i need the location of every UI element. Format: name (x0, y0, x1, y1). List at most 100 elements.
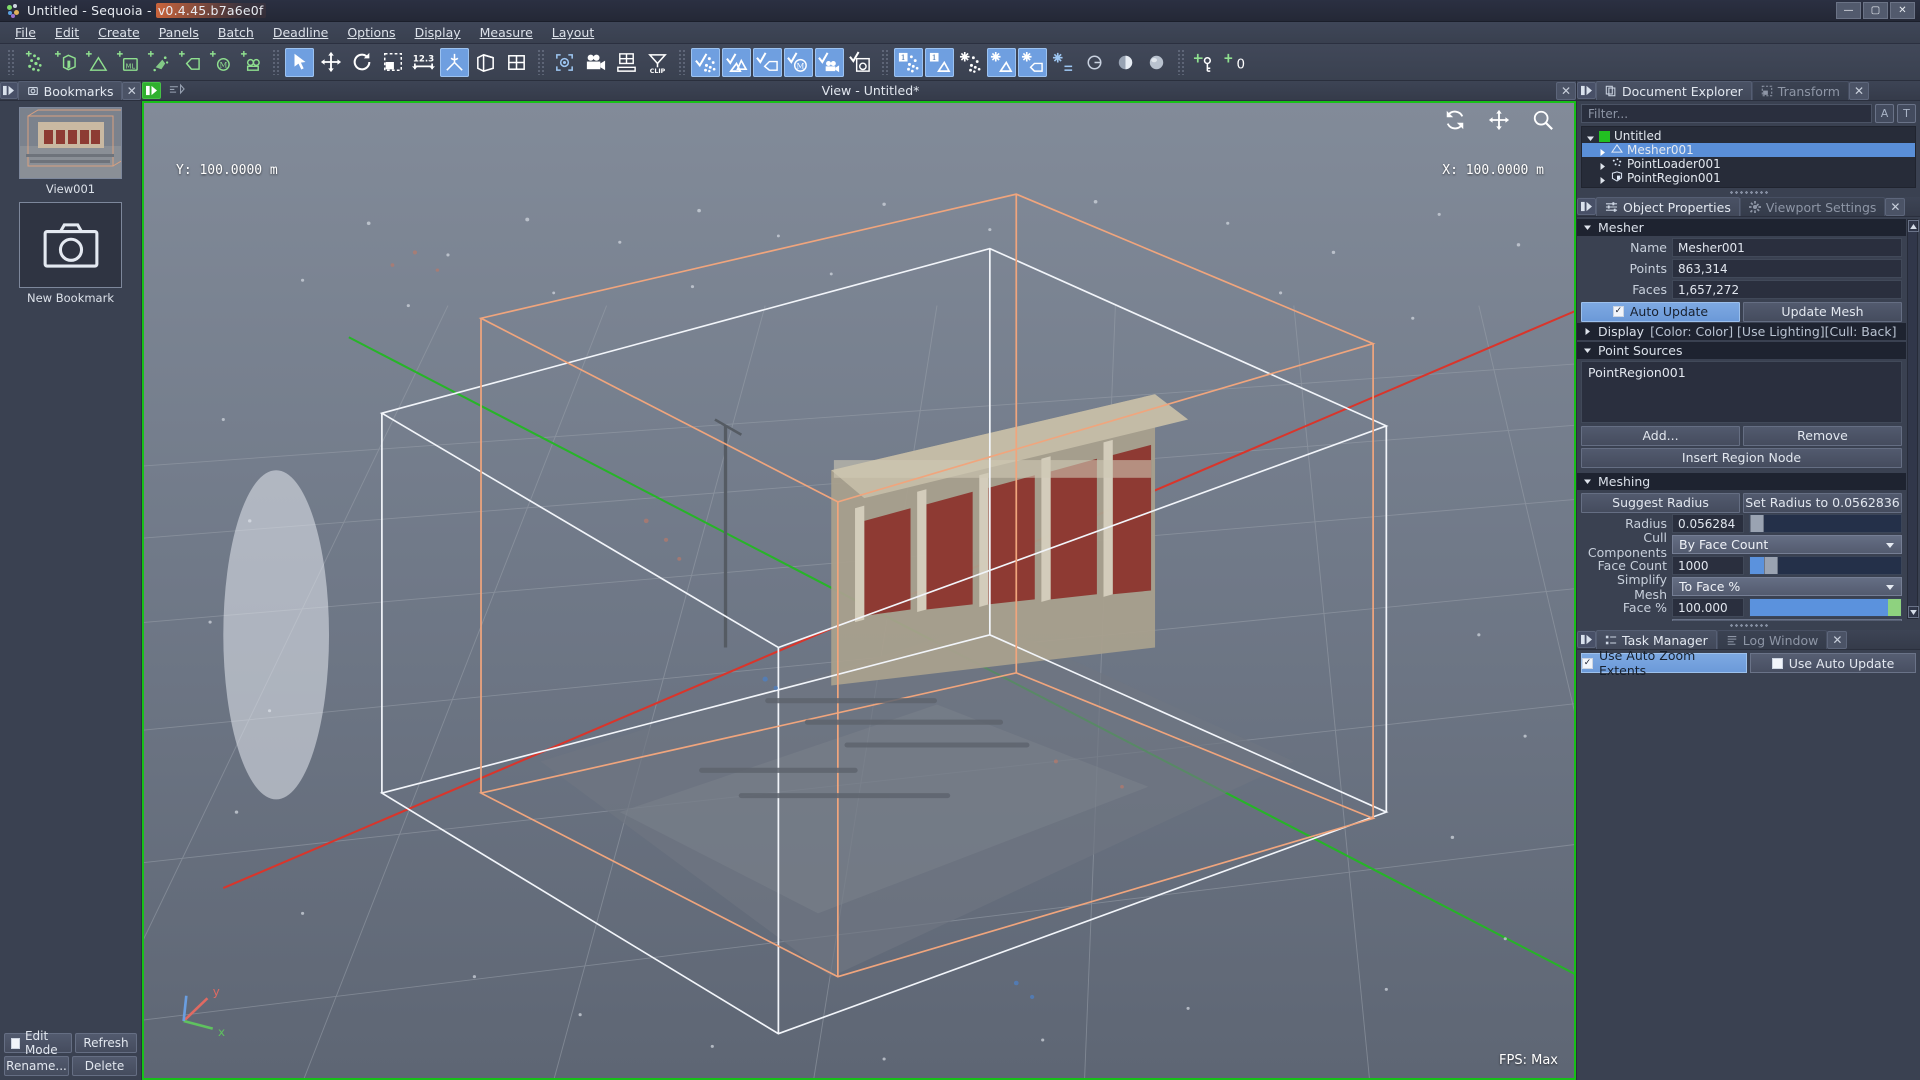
section-display[interactable]: Display [Color: Color] [Use Lighting][Cu… (1577, 323, 1906, 340)
display-points-icon[interactable] (691, 47, 720, 77)
menu-file[interactable]: File (6, 23, 45, 42)
name-value[interactable]: Mesher001 (1672, 238, 1902, 257)
edit-mode-checkbox[interactable] (11, 1037, 20, 1049)
tab-task-manager[interactable]: Task Manager (1596, 630, 1717, 649)
chevron-right-icon-2[interactable] (1598, 160, 1607, 170)
lighting-icon[interactable] (1080, 48, 1109, 77)
minimize-button[interactable]: — (1836, 2, 1861, 19)
menu-deadline[interactable]: Deadline (264, 23, 337, 42)
add-key-icon[interactable] (1190, 48, 1219, 77)
measure-tool-icon[interactable]: 12.3 (409, 48, 438, 77)
section-point-sources[interactable]: Point Sources (1577, 342, 1906, 359)
icon-points-display-icon[interactable]: 1 (894, 47, 923, 77)
refresh-button[interactable]: Refresh (75, 1033, 137, 1053)
radius-value[interactable]: 0.056284 (1672, 514, 1744, 533)
bookmark-thumbnail[interactable] (19, 107, 122, 179)
tree-item-pointregion001[interactable]: PointRegion001 (1582, 171, 1915, 185)
toolbar-grip-4[interactable] (678, 49, 685, 75)
display-clip-icon[interactable] (753, 47, 782, 77)
properties-scrollbar[interactable] (1907, 219, 1919, 619)
face-pct-value[interactable]: 100.000 (1672, 598, 1744, 617)
tab-transform[interactable]: Transform (1751, 81, 1849, 100)
use-auto-update-toggle[interactable]: Use Auto Update (1750, 653, 1916, 673)
cull-components-select[interactable]: By Face Count (1672, 535, 1902, 554)
viewport-close-button[interactable]: ✕ (1556, 81, 1576, 100)
scroll-down-button[interactable] (1908, 606, 1919, 618)
object-properties-pin-button[interactable] (1577, 198, 1596, 215)
box-view-icon[interactable] (471, 48, 500, 77)
create-point-cloud-icon[interactable] (20, 48, 49, 77)
chevron-down-icon[interactable] (1586, 132, 1595, 141)
document-explorer-pin-button[interactable] (1577, 82, 1596, 99)
remove-source-button[interactable]: Remove (1743, 425, 1902, 446)
tree-item-mesher001[interactable]: Mesher001 (1582, 143, 1915, 157)
edit-mode-button[interactable]: Edit Mode (4, 1029, 72, 1057)
object-properties-close-button[interactable]: ✕ (1885, 197, 1906, 216)
document-explorer-close-button[interactable]: ✕ (1848, 81, 1869, 100)
chevron-right-icon-3[interactable] (1598, 174, 1607, 184)
render-icon[interactable] (612, 48, 641, 77)
menu-create[interactable]: Create (89, 23, 149, 42)
toolbar-grip-6[interactable] (1177, 49, 1184, 75)
camera-view-icon[interactable] (581, 48, 610, 77)
tree-item-pointloader001[interactable]: PointLoader001 (1582, 157, 1915, 171)
create-clip-icon[interactable] (175, 48, 204, 77)
radius-slider[interactable] (1749, 514, 1902, 533)
point-source-item[interactable]: PointRegion001 (1588, 365, 1895, 380)
tree-item-untitled[interactable]: Untitled (1582, 129, 1915, 143)
keyframe-count-icon[interactable]: 0 (1221, 48, 1250, 77)
create-ml-node-icon[interactable]: ML (113, 48, 142, 77)
create-mesher-icon[interactable] (82, 48, 111, 77)
face-count-slider[interactable] (1749, 556, 1902, 575)
pan-icon[interactable] (1488, 109, 1510, 134)
menu-measure[interactable]: Measure (471, 23, 542, 42)
scroll-up-button[interactable] (1908, 220, 1919, 232)
particle-other-icon[interactable] (1049, 48, 1078, 77)
menu-edit[interactable]: Edit (46, 23, 88, 42)
display-snapshot-icon[interactable] (846, 48, 875, 77)
close-button[interactable]: ✕ (1890, 2, 1915, 19)
section-meshing[interactable]: Meshing (1577, 473, 1906, 490)
panel-splitter[interactable] (1728, 190, 1769, 196)
auto-update-checkbox[interactable]: ✓ (1612, 306, 1624, 317)
bookmark-item[interactable]: View001 (19, 107, 122, 196)
update-mesh-button[interactable]: Update Mesh (1743, 301, 1902, 322)
add-source-button[interactable]: Add... (1581, 425, 1740, 446)
menu-display[interactable]: Display (406, 23, 470, 42)
auto-update-toggle[interactable]: ✓ Auto Update (1581, 301, 1740, 322)
filter-input[interactable]: Filter... (1581, 104, 1872, 123)
menu-batch[interactable]: Batch (209, 23, 263, 42)
particle-clip-icon[interactable] (1018, 47, 1047, 77)
tab-log-window[interactable]: Log Window (1716, 630, 1828, 649)
particle-mesh-icon[interactable] (987, 47, 1016, 77)
move-tool-icon[interactable] (316, 48, 345, 77)
filter-mode-a-button[interactable]: A (1875, 104, 1894, 123)
display-camera-icon[interactable] (815, 47, 844, 77)
particle-points-icon[interactable] (956, 48, 985, 77)
rotate-tool-icon[interactable] (347, 48, 376, 77)
face-pct-slider[interactable] (1749, 598, 1902, 617)
bookmarks-pin-button[interactable] (0, 82, 18, 99)
toolbar-grip-2[interactable] (272, 49, 279, 75)
task-manager-close-button[interactable]: ✕ (1827, 630, 1848, 649)
bookmarks-close-button[interactable]: ✕ (122, 81, 141, 100)
tab-viewport-settings[interactable]: Viewport Settings (1739, 197, 1886, 216)
point-sources-list[interactable]: PointRegion001 (1581, 361, 1902, 423)
clip-icon[interactable]: CLIP (643, 48, 672, 77)
flatten-toggle[interactable]: Disabled (1672, 618, 1902, 621)
create-point-region-icon[interactable] (144, 48, 173, 77)
tab-document-explorer[interactable]: Document Explorer (1596, 81, 1752, 100)
create-modifier-icon[interactable]: M (206, 48, 235, 77)
panel-splitter-2[interactable] (1728, 623, 1769, 629)
filter-mode-t-button[interactable]: T (1897, 104, 1916, 123)
icon-mesh-display-icon[interactable]: 1 (925, 47, 954, 77)
zoom-icon[interactable] (1532, 109, 1554, 134)
use-auto-zoom-extents-toggle[interactable]: ✓ Use Auto Zoom Extents (1581, 648, 1747, 678)
menu-options[interactable]: Options (338, 23, 404, 42)
new-bookmark-button[interactable] (19, 202, 122, 288)
use-auto-update-checkbox[interactable] (1771, 657, 1783, 669)
set-radius-button[interactable]: Set Radius to 0.0562836 (1743, 492, 1902, 513)
chevron-right-icon[interactable] (1598, 146, 1607, 156)
reload-icon[interactable] (1444, 109, 1466, 134)
viewport-pin-button[interactable] (142, 82, 161, 99)
